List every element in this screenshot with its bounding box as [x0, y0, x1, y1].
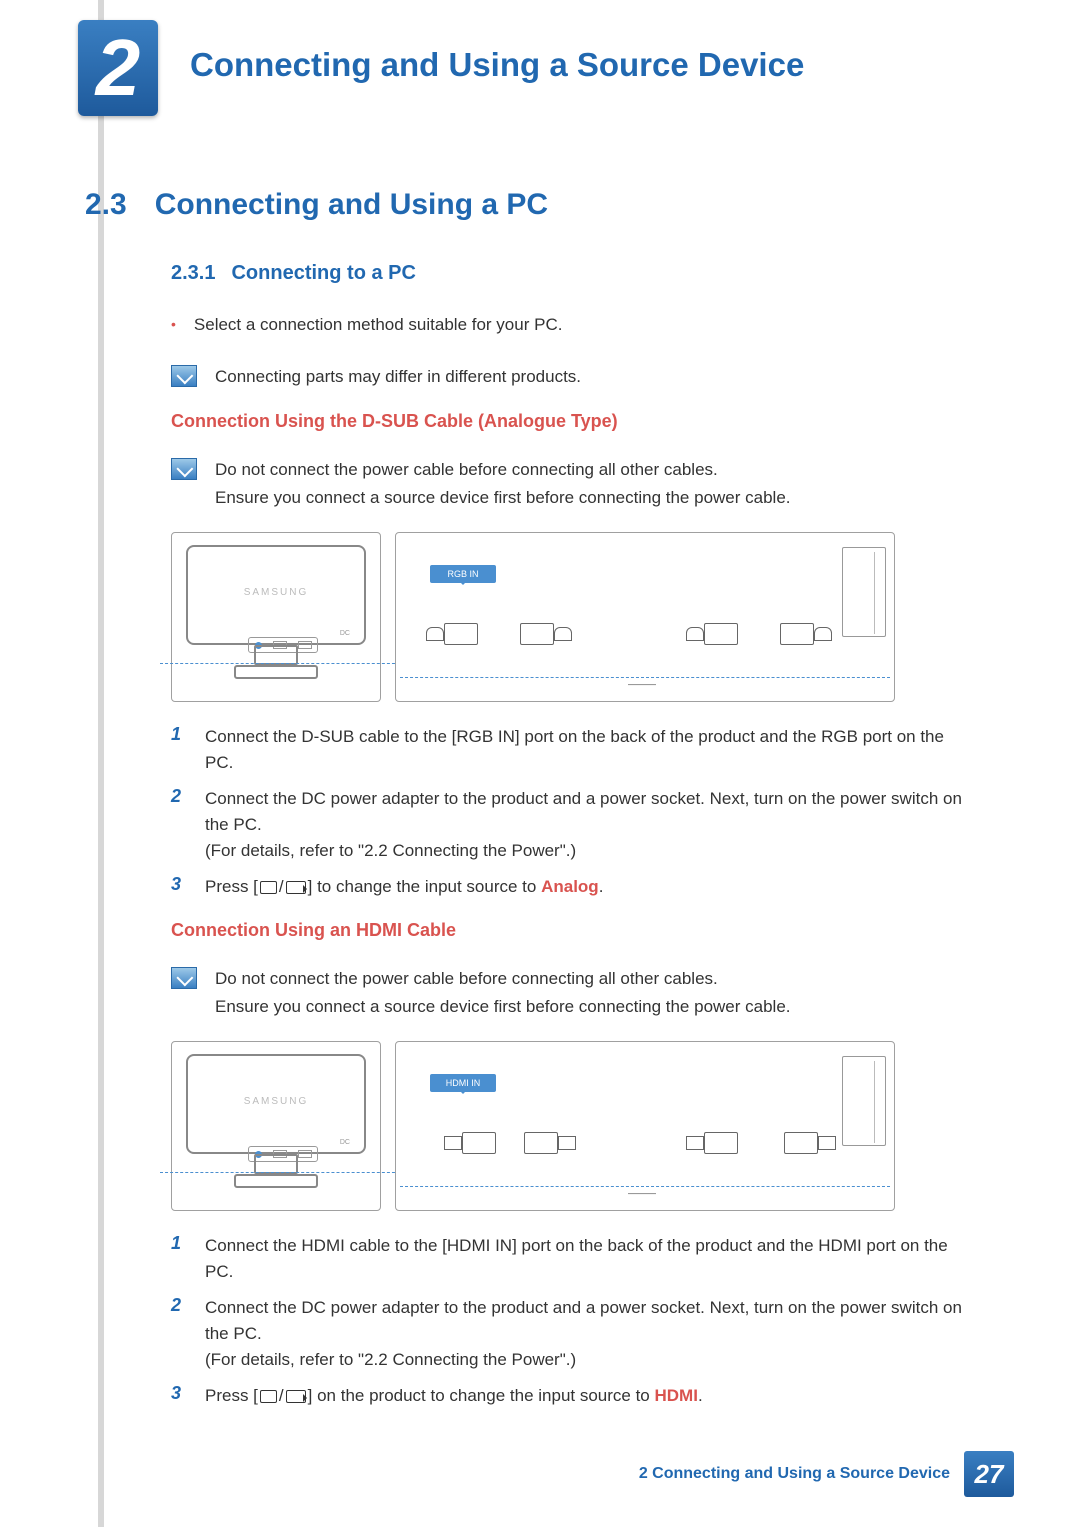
source-button-icon — [260, 1390, 277, 1403]
source-button-icon — [260, 881, 277, 894]
step-row: 1 Connect the D-SUB cable to the [RGB IN… — [171, 724, 965, 776]
highlight-text: Analog — [541, 877, 599, 896]
bullet-dot-icon: • — [171, 313, 176, 337]
dsub-heading: Connection Using the D-SUB Cable (Analog… — [171, 411, 965, 432]
step-row: 2 Connect the DC power adapter to the pr… — [171, 1295, 965, 1373]
monitor-brand: SAMSUNG — [188, 1096, 364, 1107]
cable-break-icon: ⸏⸏ — [628, 1178, 656, 1197]
hdmi-connector-icon — [520, 1128, 580, 1158]
page-footer: 2 Connecting and Using a Source Device 2… — [639, 1451, 1014, 1497]
pc-tower-icon — [842, 547, 886, 637]
step-number: 1 — [171, 724, 189, 776]
port-icon — [298, 1150, 312, 1158]
cable-dashed-line — [160, 663, 400, 664]
hdmi-connector-icon — [780, 1128, 840, 1158]
port-label-badge: RGB IN — [430, 565, 496, 583]
note-line: Ensure you connect a source device first… — [215, 993, 791, 1021]
note-text: Do not connect the power cable before co… — [215, 965, 791, 1021]
section-heading: 2.3 Connecting and Using a PC — [85, 188, 965, 222]
hdmi-connector-icon — [684, 1128, 744, 1158]
step-text: Connect the D-SUB cable to the [RGB IN] … — [205, 724, 965, 776]
subsection-title: Connecting to a PC — [231, 262, 415, 285]
monitor-illustration: SAMSUNG DC — [171, 532, 381, 702]
cable-dashed-line — [400, 677, 890, 678]
step-text: Connect the HDMI cable to the [HDMI IN] … — [205, 1233, 965, 1285]
step-fragment: Press [ — [205, 1386, 258, 1405]
dc-label: DC — [340, 1139, 350, 1146]
step-fragment: . — [599, 877, 604, 896]
step-line: Connect the DC power adapter to the prod… — [205, 789, 962, 834]
monitor-illustration: SAMSUNG DC — [171, 1041, 381, 1211]
step-line: (For details, refer to "2.2 Connecting t… — [205, 1350, 576, 1369]
chapter-title: Connecting and Using a Source Device — [190, 46, 804, 84]
section-title: Connecting and Using a PC — [155, 188, 548, 222]
chapter-number: 2 — [96, 28, 141, 108]
cable-dashed-line — [400, 1186, 890, 1187]
dsub-connector-icon — [776, 619, 836, 649]
step-row: 3 Press [/] to change the input source t… — [171, 874, 965, 900]
step-number: 1 — [171, 1233, 189, 1285]
cable-break-icon: ⸏⸏ — [628, 669, 656, 688]
step-text: Connect the DC power adapter to the prod… — [205, 786, 965, 864]
bullet-item: • Select a connection method suitable fo… — [171, 313, 965, 337]
subsection-number: 2.3.1 — [171, 262, 215, 285]
step-number: 3 — [171, 1383, 189, 1409]
dsub-connector-icon — [516, 619, 576, 649]
dc-label: DC — [340, 630, 350, 637]
port-icon — [298, 641, 312, 649]
note-icon — [171, 365, 197, 387]
monitor-brand: SAMSUNG — [188, 587, 364, 598]
source-button-icon — [286, 881, 306, 894]
note-icon — [171, 967, 197, 989]
dsub-diagram: SAMSUNG DC RGB IN — [171, 532, 965, 702]
hdmi-heading: Connection Using an HDMI Cable — [171, 920, 965, 941]
step-row: 3 Press [/] on the product to change the… — [171, 1383, 965, 1409]
footer-page-number: 27 — [964, 1451, 1014, 1497]
source-button-icon — [286, 1390, 306, 1403]
step-row: 1 Connect the HDMI cable to the [HDMI IN… — [171, 1233, 965, 1285]
note-row: Connecting parts may differ in different… — [171, 363, 965, 391]
section-number: 2.3 — [85, 188, 127, 222]
cable-illustration: HDMI IN ⸏⸏ — [395, 1041, 895, 1211]
note-icon — [171, 458, 197, 480]
cable-dashed-line — [160, 1172, 400, 1173]
hdmi-connector-icon — [442, 1128, 502, 1158]
step-number: 3 — [171, 874, 189, 900]
port-label-badge: HDMI IN — [430, 1074, 496, 1092]
dsub-steps: 1 Connect the D-SUB cable to the [RGB IN… — [171, 724, 965, 900]
highlight-text: HDMI — [655, 1386, 698, 1405]
step-line: (For details, refer to "2.2 Connecting t… — [205, 841, 576, 860]
subsection-heading: 2.3.1 Connecting to a PC — [171, 262, 965, 285]
bullet-text: Select a connection method suitable for … — [194, 313, 563, 337]
step-fragment: ] to change the input source to — [308, 877, 541, 896]
note-line: Do not connect the power cable before co… — [215, 456, 791, 484]
step-fragment: Press [ — [205, 877, 258, 896]
note-line: Do not connect the power cable before co… — [215, 965, 791, 993]
note-text: Connecting parts may differ in different… — [215, 363, 581, 391]
step-row: 2 Connect the DC power adapter to the pr… — [171, 786, 965, 864]
step-number: 2 — [171, 786, 189, 864]
pc-tower-icon — [842, 1056, 886, 1146]
note-line: Ensure you connect a source device first… — [215, 484, 791, 512]
step-text: Press [/] to change the input source to … — [205, 874, 603, 900]
footer-chapter-label: 2 Connecting and Using a Source Device — [639, 1465, 950, 1483]
note-row: Do not connect the power cable before co… — [171, 965, 965, 1021]
step-number: 2 — [171, 1295, 189, 1373]
step-line: Connect the DC power adapter to the prod… — [205, 1298, 962, 1343]
chapter-number-badge: 2 — [78, 20, 158, 116]
hdmi-steps: 1 Connect the HDMI cable to the [HDMI IN… — [171, 1233, 965, 1409]
note-text: Do not connect the power cable before co… — [215, 456, 791, 512]
step-fragment: ] on the product to change the input sou… — [308, 1386, 655, 1405]
cable-illustration: RGB IN ⸏⸏ — [395, 532, 895, 702]
step-fragment: . — [698, 1386, 703, 1405]
dsub-connector-icon — [684, 619, 744, 649]
step-text: Connect the DC power adapter to the prod… — [205, 1295, 965, 1373]
step-text: Press [/] on the product to change the i… — [205, 1383, 703, 1409]
dsub-connector-icon — [424, 619, 484, 649]
note-row: Do not connect the power cable before co… — [171, 456, 965, 512]
hdmi-diagram: SAMSUNG DC HDMI IN — [171, 1041, 965, 1211]
